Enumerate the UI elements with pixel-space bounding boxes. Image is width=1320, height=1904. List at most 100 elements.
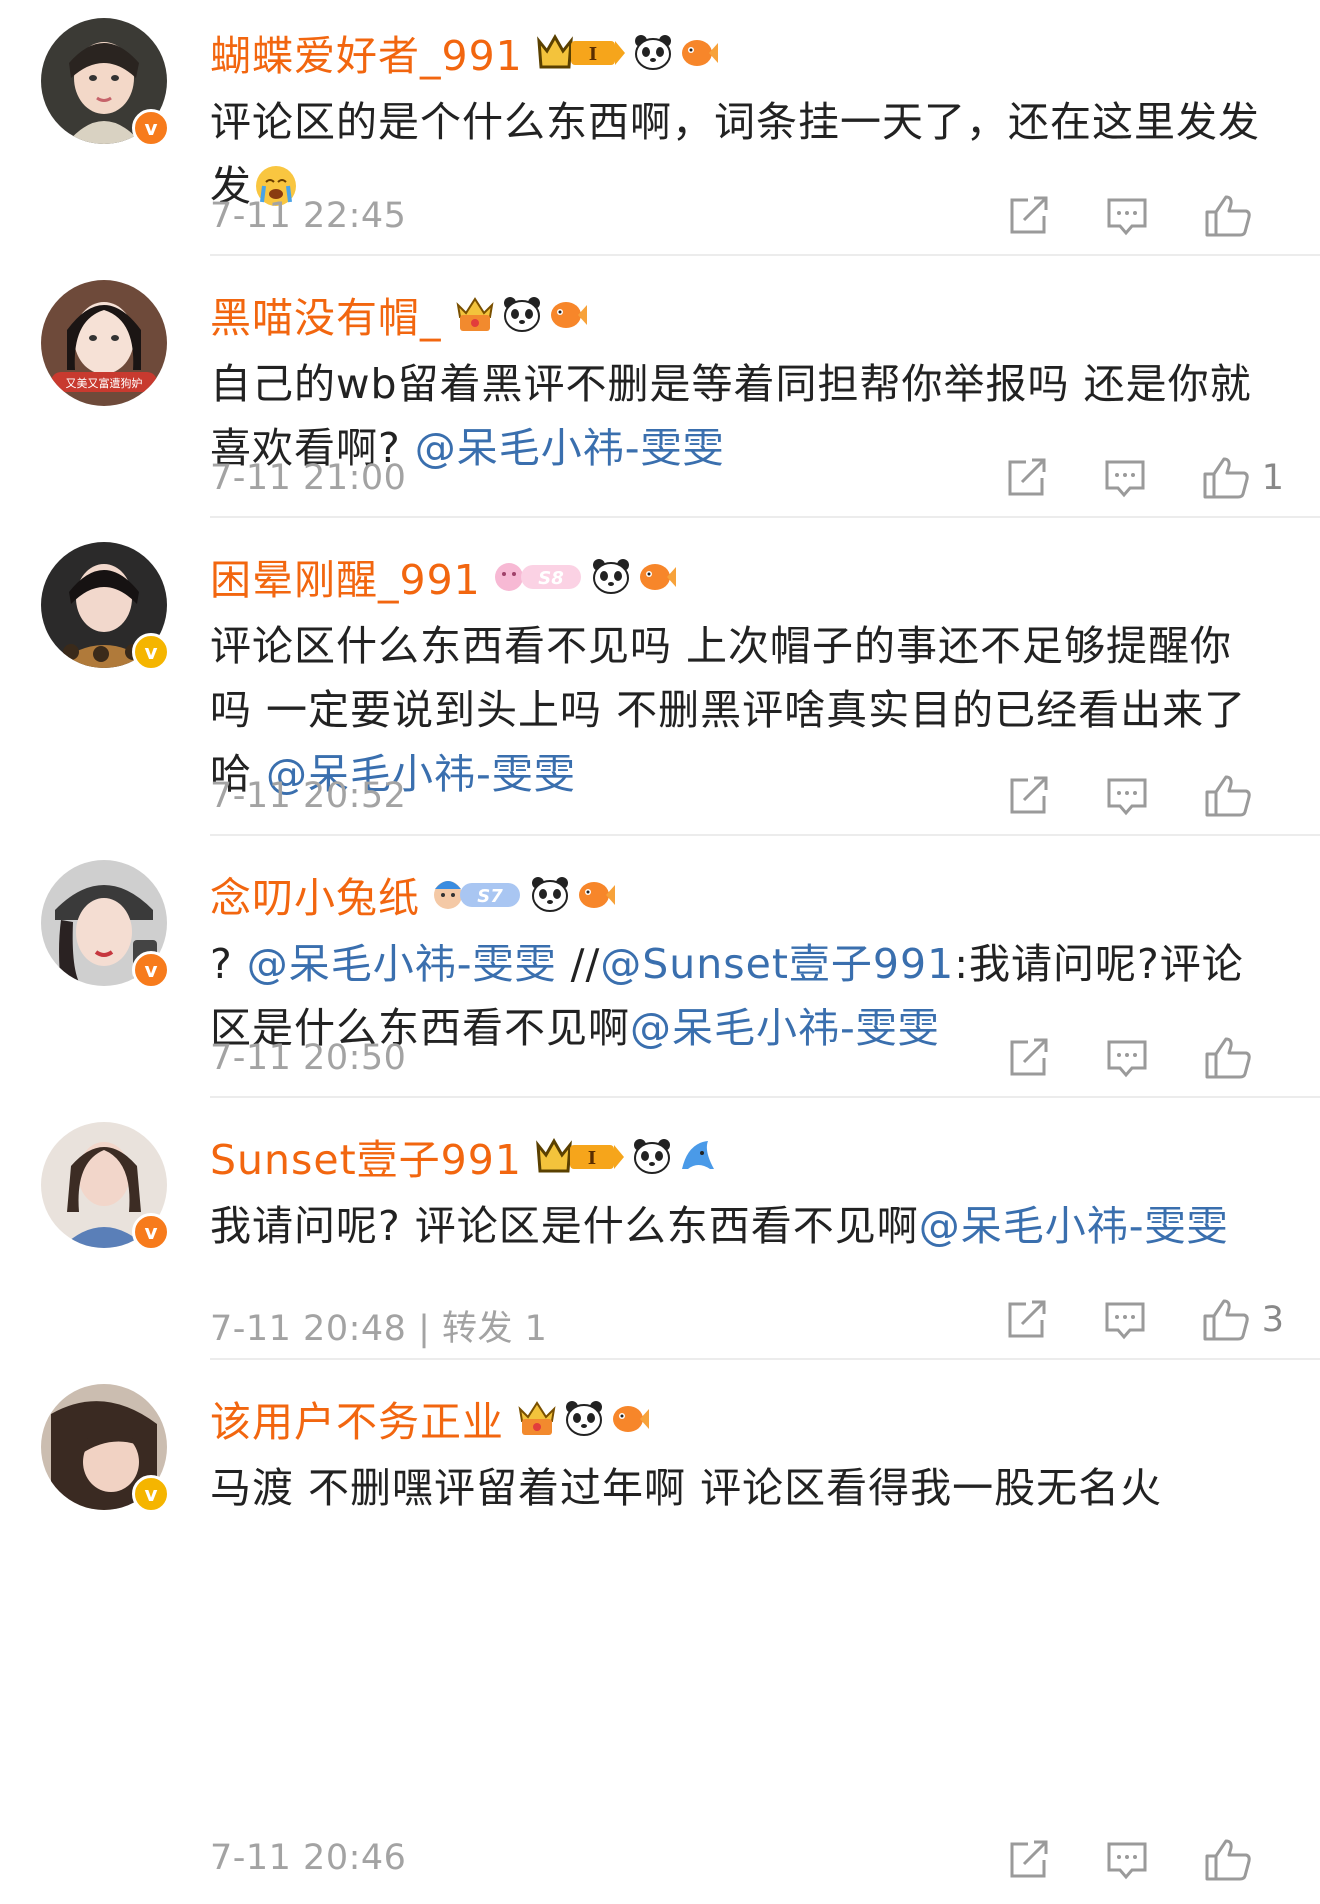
comment-bubble-icon	[1105, 460, 1145, 498]
verified-badge-icon: v	[132, 109, 170, 147]
mention-link[interactable]: @呆毛小祎-雯雯	[919, 1202, 1229, 1250]
comment-text: 马渡 不删嘿评留着过年啊 评论区看得我一股无名火	[210, 1464, 1163, 1512]
thumbs-up-icon	[1203, 1299, 1249, 1341]
username[interactable]: 黑喵没有帽_	[210, 284, 442, 344]
timestamp: 7-11 20:50	[210, 1038, 407, 1078]
panda-icon	[532, 877, 568, 912]
svip-level-badge-icon: S8	[494, 563, 581, 591]
thumbs-up-icon	[1205, 1839, 1251, 1881]
share-external-icon	[1010, 1840, 1048, 1878]
comment-item: 又美又富遭狗妒 黑喵没有帽_ 自己的wb留着黑评不删是等着同担帮你举报吗 还是你…	[0, 262, 1320, 524]
comment-button[interactable]	[1106, 1038, 1148, 1078]
repost-button[interactable]	[1008, 1840, 1050, 1880]
comment-item: v 该用户不务正业 马渡 不删嘿评留着过年啊 评论区看得我一股无名火	[0, 1366, 1320, 1628]
avatar[interactable]: v	[41, 1122, 170, 1251]
share-external-icon	[1010, 776, 1048, 814]
avatar[interactable]: v	[41, 860, 170, 989]
verified-badge-icon: v	[132, 633, 170, 671]
comment-button[interactable]	[1106, 196, 1148, 236]
share-external-icon	[1010, 196, 1048, 234]
svip-level-badge-icon: S7	[434, 881, 520, 909]
goldfish-icon	[550, 302, 587, 328]
like-button[interactable]	[1204, 1036, 1284, 1080]
level-label: I	[588, 1148, 596, 1169]
divider	[210, 1096, 1320, 1098]
thumbs-up-icon	[1205, 1037, 1251, 1079]
avatar[interactable]: v	[41, 1384, 170, 1513]
comment-item: v 念叨小兔纸 S7 ? @呆毛小祎-雯雯 //@Sunset壹子991:我请问…	[0, 842, 1320, 1104]
divider	[210, 516, 1320, 518]
avatar[interactable]: v	[41, 542, 170, 671]
crown-level-badge-icon: I	[536, 1137, 624, 1173]
timestamp: 7-11 20:52	[210, 776, 407, 816]
thumbs-up-icon	[1205, 775, 1251, 817]
like-button[interactable]	[1204, 774, 1284, 818]
like-button[interactable]	[1204, 194, 1284, 238]
shark-icon	[681, 1141, 714, 1169]
mention-link[interactable]: @呆毛小祎-雯雯	[630, 1004, 940, 1052]
divider	[210, 1358, 1320, 1360]
goldfish-icon	[681, 40, 718, 66]
comment-bubble-icon	[1105, 1302, 1145, 1340]
comment-item: v 困晕刚醒_991 S8 评论区什么东西看不见吗 上次帽子的事还不足够提醒你吗…	[0, 524, 1320, 842]
comment-bubble-icon	[1107, 198, 1147, 236]
verified-badge-icon: v	[132, 1213, 170, 1251]
repost-button[interactable]	[1008, 1038, 1050, 1078]
comment-actions	[1008, 1838, 1284, 1882]
crown-gift-badge-icon	[456, 297, 493, 331]
goldfish-icon	[579, 882, 615, 908]
share-external-icon	[1008, 1300, 1046, 1338]
comment-button[interactable]	[1104, 1300, 1146, 1340]
comment-bubble-icon	[1107, 1040, 1147, 1078]
comment-item: v 蝴蝶爱好者_991 I 评论区的是个什么东西啊，词条挂一天了，还在这里发发发…	[0, 0, 1320, 256]
share-external-icon	[1010, 1038, 1048, 1076]
panda-icon	[503, 297, 540, 332]
panda-icon	[566, 1401, 602, 1436]
timestamp: 7-11 20:46	[210, 1838, 407, 1878]
goldfish-icon	[639, 564, 676, 590]
username[interactable]: 困晕刚醒_991	[210, 546, 481, 606]
repost-button[interactable]	[1008, 776, 1050, 816]
timestamp: 7-11 21:00	[210, 458, 407, 498]
crown-level-badge-icon: I	[536, 33, 625, 69]
thumbs-up-icon	[1203, 457, 1249, 499]
crown-gift-badge-icon	[518, 1401, 556, 1435]
avatar[interactable]: v	[41, 18, 170, 147]
mention-link[interactable]: @呆毛小祎-雯雯	[415, 424, 725, 472]
repost-button[interactable]	[1006, 1300, 1048, 1340]
verified-badge-icon: v	[132, 1475, 170, 1513]
divider	[210, 834, 1320, 836]
level-label: S7	[477, 886, 503, 907]
username[interactable]: 该用户不务正业	[210, 1388, 504, 1448]
comment-button[interactable]	[1106, 776, 1148, 816]
comment-button[interactable]	[1104, 458, 1146, 498]
repost-button[interactable]	[1006, 458, 1048, 498]
like-button[interactable]	[1204, 1838, 1284, 1882]
comment-item: v Sunset壹子991 I 我请问呢? 评论区是什么东西看不见啊@呆毛小祎-…	[0, 1104, 1320, 1366]
repost-button[interactable]	[1008, 196, 1050, 236]
panda-icon	[592, 559, 629, 594]
verified-badge-icon: v	[132, 951, 170, 989]
share-external-icon	[1008, 458, 1046, 496]
username[interactable]: Sunset壹子991	[210, 1126, 522, 1186]
like-count: 1	[1261, 458, 1284, 498]
level-label: I	[589, 44, 597, 65]
panda-icon	[634, 35, 671, 70]
timestamp: 7-11 22:45	[210, 196, 407, 236]
timestamp: 7-11 20:48 | 转发 1	[210, 1309, 548, 1349]
comment-bubble-icon	[1107, 778, 1147, 816]
like-button[interactable]: 3	[1202, 1298, 1284, 1342]
thumbs-up-icon	[1205, 195, 1251, 237]
comment-button[interactable]	[1106, 1840, 1148, 1880]
like-count: 3	[1261, 1300, 1284, 1340]
username[interactable]: 念叨小兔纸	[210, 864, 420, 924]
divider	[210, 254, 1320, 256]
like-button[interactable]: 1	[1202, 456, 1284, 500]
username[interactable]: 蝴蝶爱好者_991	[210, 22, 523, 82]
goldfish-icon	[613, 1406, 649, 1432]
mention-link[interactable]: @Sunset壹子991	[600, 940, 954, 988]
level-label: S8	[538, 568, 564, 589]
avatar-image: 又美又富遭狗妒	[41, 280, 167, 406]
avatar[interactable]: 又美又富遭狗妒	[41, 280, 167, 406]
mention-link[interactable]: @呆毛小祎-雯雯	[247, 940, 557, 988]
